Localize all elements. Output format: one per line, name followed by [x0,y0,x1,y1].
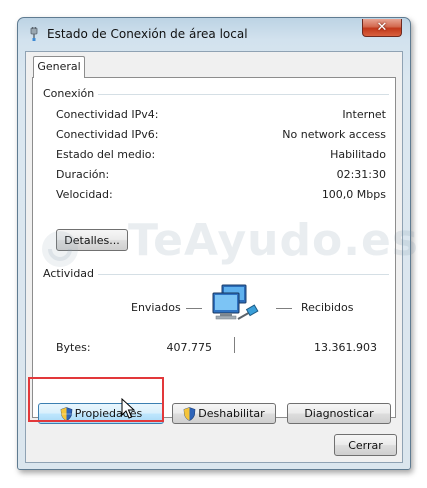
bytes-label: Bytes: [56,341,91,354]
network-plug-icon [30,27,38,41]
activity-group-line [91,274,389,275]
disable-button[interactable]: Deshabilitar [172,403,276,424]
ipv6-label: Conectividad IPv6: [56,128,159,141]
mouse-pointer-icon [121,398,135,419]
bytes-sent-value: 407.775 [166,341,213,354]
general-tab-panel: Conexión Conectividad IPv4: Internet Con… [32,77,396,418]
window-close-button[interactable]: ✕ [362,19,402,37]
received-line [276,308,292,309]
duration-label: Duración: [56,168,110,181]
title-bar[interactable]: Estado de Conexión de área local ✕ [18,18,410,51]
duration-value: 02:31:30 [336,168,386,181]
network-computers-icon [212,284,259,320]
media-state-value: Habilitado [330,148,386,161]
close-icon: ✕ [376,20,388,35]
connection-group-label: Conexión [43,87,99,100]
bytes-divider [234,337,235,353]
bytes-received-value: 13.361.903 [314,341,377,354]
tab-general[interactable]: General [33,56,85,78]
ipv4-value: Internet [342,108,386,121]
close-button[interactable]: Cerrar [334,434,397,456]
speed-label: Velocidad: [56,188,113,201]
media-state-label: Estado del medio: [56,148,156,161]
received-label: Recibidos [301,301,354,314]
activity-group-label: Actividad [43,267,99,280]
info-row-ipv4: Conectividad IPv4: Internet [56,108,386,124]
info-row-media-state: Estado del medio: Habilitado [56,148,386,164]
info-row-speed: Velocidad: 100,0 Mbps [56,188,386,204]
ipv6-value: No network access [282,128,386,141]
highlight-annotation [28,377,164,422]
info-row-ipv6: Conectividad IPv6: No network access [56,128,386,144]
disable-button-label: Deshabilitar [198,407,265,420]
diagnose-button[interactable]: Diagnosticar [287,403,391,424]
sent-line [186,308,202,309]
screenshot-stage: Estado de Conexión de área local ✕ Gener… [0,0,427,488]
shield-icon [183,406,196,421]
speed-value: 100,0 Mbps [321,188,386,201]
window-title: Estado de Conexión de área local [47,27,248,41]
connection-group-line [93,94,389,95]
details-button[interactable]: Detalles... [56,229,128,251]
sent-label: Enviados [131,301,181,314]
ipv4-label: Conectividad IPv4: [56,108,159,121]
info-row-duration: Duración: 02:31:30 [56,168,386,184]
